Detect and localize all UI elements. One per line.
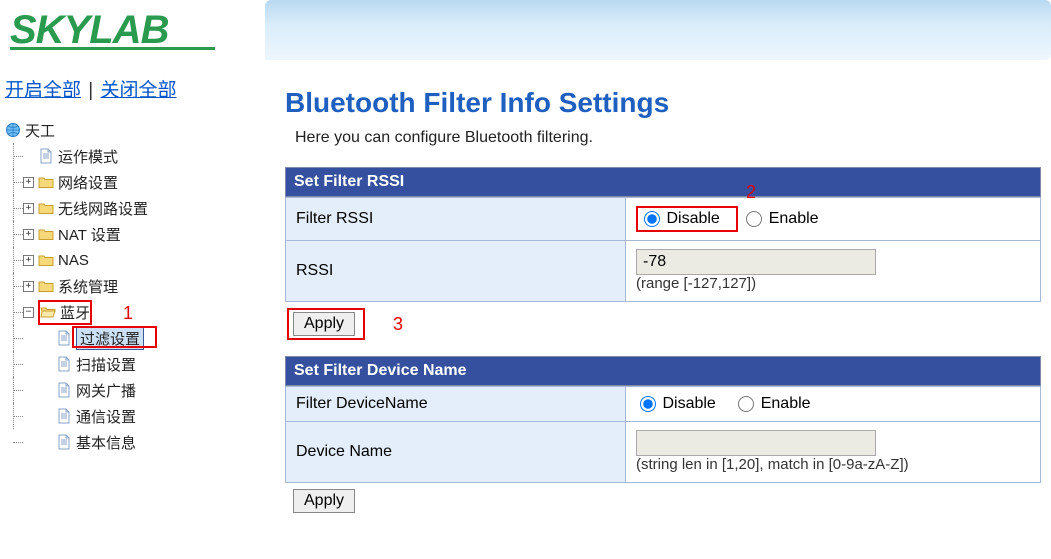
expander-icon[interactable]: + (23, 229, 34, 240)
tree-item-gateway-broadcast[interactable]: 网关广播 (5, 377, 265, 403)
tree-item-bluetooth[interactable]: − 蓝牙 1 (5, 299, 265, 325)
page-icon (56, 356, 72, 372)
logo: SKYLAB (0, 0, 265, 65)
tree-root[interactable]: 天工 (5, 117, 265, 143)
section-header-rssi: Set Filter RSSI (285, 167, 1041, 197)
expander-icon[interactable]: + (23, 203, 34, 214)
tree-item-nas[interactable]: + NAS (5, 247, 265, 273)
sidebar: 开启全部 | 关闭全部 天工 运作模式 + 网络设置 (0, 65, 265, 523)
tree-item-nat-settings[interactable]: + NAT 设置 (5, 221, 265, 247)
annotation-2: 2 (746, 182, 756, 203)
annotation-1: 1 (123, 303, 133, 324)
tree-item-wireless-settings[interactable]: + 无线网路设置 (5, 195, 265, 221)
rssi-label: RSSI (286, 241, 626, 302)
devname-table: Filter DeviceName Disable Enable Device … (285, 386, 1041, 483)
page-icon (56, 330, 72, 346)
apply-devname-button[interactable]: Apply (293, 489, 355, 513)
tree-item-comm-settings[interactable]: 通信设置 (5, 403, 265, 429)
devname-label: Device Name (286, 422, 626, 483)
tree-item-network-settings[interactable]: + 网络设置 (5, 169, 265, 195)
expander-icon[interactable]: + (23, 177, 34, 188)
expander-icon[interactable]: + (23, 281, 34, 292)
devname-input[interactable] (636, 430, 876, 456)
tree-item-basic-info[interactable]: 基本信息 (5, 429, 265, 455)
folder-icon (38, 226, 54, 242)
content-area: Bluetooth Filter Info Settings Here you … (265, 65, 1051, 523)
devname-hint: (string len in [1,20], match in [0-9a-zA… (636, 456, 909, 473)
filter-rssi-enable-radio[interactable] (746, 211, 762, 227)
page-subtitle: Here you can configure Bluetooth filteri… (295, 129, 1041, 147)
folder-icon (38, 278, 54, 294)
tree-item-system-admin[interactable]: + 系统管理 (5, 273, 265, 299)
filter-rssi-label: Filter RSSI (286, 198, 626, 241)
rssi-table: Filter RSSI Disable Enable 2 RSSI (range… (285, 197, 1041, 302)
page-title: Bluetooth Filter Info Settings (285, 87, 1041, 119)
close-all-link[interactable]: 关闭全部 (101, 80, 177, 101)
folder-open-icon (40, 304, 56, 320)
filter-devname-enable-radio[interactable] (738, 396, 754, 412)
filter-rssi-disable-radio[interactable] (644, 211, 660, 227)
globe-icon (5, 122, 21, 138)
tree-item-operation-mode[interactable]: 运作模式 (5, 143, 265, 169)
tree-item-filter-settings[interactable]: 过滤设置 (5, 325, 265, 351)
nav-tree: 天工 运作模式 + 网络设置 + 无线网路设置 (5, 117, 265, 455)
rssi-hint: (range [-127,127]) (636, 275, 756, 292)
header-gradient-bar (265, 0, 1051, 60)
collapser-icon[interactable]: − (23, 307, 34, 318)
page-icon (38, 148, 54, 164)
annotation-3: 3 (393, 314, 403, 335)
expander-icon[interactable]: + (23, 255, 34, 266)
page-icon (56, 382, 72, 398)
section-header-devname: Set Filter Device Name (285, 356, 1041, 386)
tree-controls: 开启全部 | 关闭全部 (5, 75, 265, 102)
folder-icon (38, 200, 54, 216)
rssi-input[interactable] (636, 249, 876, 275)
tree-item-scan-settings[interactable]: 扫描设置 (5, 351, 265, 377)
filter-devname-disable-radio[interactable] (640, 396, 656, 412)
page-icon (56, 434, 72, 450)
page-icon (56, 408, 72, 424)
open-all-link[interactable]: 开启全部 (5, 80, 81, 101)
filter-devname-label: Filter DeviceName (286, 387, 626, 422)
folder-icon (38, 252, 54, 268)
folder-icon (38, 174, 54, 190)
